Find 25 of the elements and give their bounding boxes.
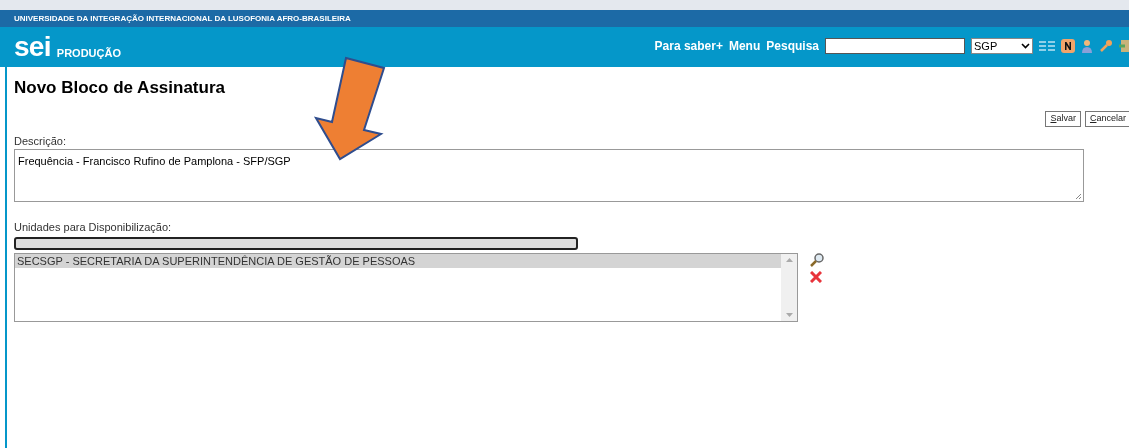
field-label: Descrição: [14,133,67,149]
search-field[interactable] [825,38,965,54]
field-label: Unidades para Disponibilização: [14,220,173,235]
institution-name: UNIVERSIDADE DA INTEGRAÇÃO INTERNACIONAL DA LUSOFONIA AFRO-BRASILEIRA [14,12,351,25]
form-button[interactable]: Cancelar [1084,110,1129,127]
resize-grip-icon[interactable] [1075,193,1082,200]
scroll-up-icon[interactable] [785,257,793,262]
exit-icon[interactable] [1119,39,1129,53]
form-button[interactable]: Salvar [1045,110,1081,127]
unit-search-field[interactable] [14,236,578,250]
unit-select[interactable]: SGP [971,38,1033,54]
search-icon[interactable] [810,252,824,267]
page-title: Novo Bloco de Assinatura [14,77,226,99]
description-field[interactable]: Frequência - Francisco Rufino de Pamplona - SFP/SGP [14,149,1084,202]
scroll-down-icon[interactable] [785,312,793,317]
units-list[interactable]: SECSGP - SECRETARIA DA SUPERINTENDÊNCIA DE GESTÃO DE PESSOAS [14,252,798,322]
scrollbar[interactable] [781,253,797,321]
list-icon[interactable] [1039,40,1055,52]
wrench-icon[interactable] [1099,39,1113,53]
environment-label: PRODUÇÃO [56,45,121,61]
remove-icon[interactable] [810,270,822,283]
list-option[interactable]: SECSGP - SECRETARIA DA SUPERINTENDÊNCIA DE GESTÃO DE PESSOAS [15,253,781,268]
user-icon[interactable] [1081,39,1093,53]
chevron-icon [1021,43,1030,49]
note-icon[interactable] [1061,39,1075,53]
